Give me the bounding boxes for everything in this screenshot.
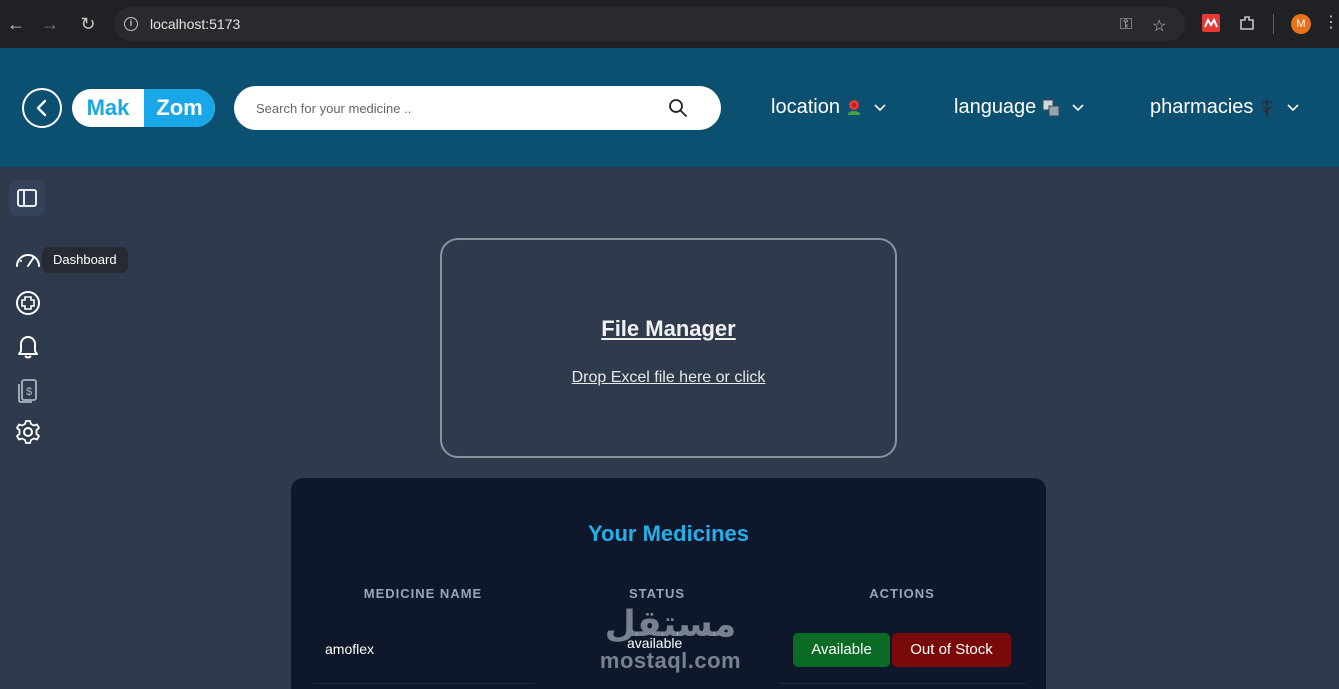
chevron-left-icon bbox=[36, 99, 47, 117]
mark-out-of-stock-button[interactable]: Out of Stock bbox=[892, 633, 1011, 667]
toolbar-divider bbox=[1273, 14, 1274, 34]
sidebar-toggle-button[interactable] bbox=[9, 180, 45, 216]
back-button[interactable] bbox=[22, 88, 62, 128]
gear-icon[interactable] bbox=[14, 418, 42, 446]
profile-avatar[interactable]: M bbox=[1291, 14, 1311, 34]
app-header: Mak Zom location language pharmacies bbox=[0, 48, 1339, 167]
back-arrow-icon[interactable]: ← bbox=[4, 12, 28, 36]
location-menu[interactable]: location bbox=[771, 96, 886, 119]
sidebar-tooltip: Dashboard bbox=[42, 247, 128, 273]
extension-red-icon[interactable] bbox=[1202, 14, 1220, 32]
chevron-down-icon bbox=[1287, 103, 1299, 111]
search-icon[interactable] bbox=[668, 98, 688, 118]
address-bar[interactable]: i localhost:5173 ⚿ ☆ bbox=[114, 7, 1185, 41]
sidebar-panel-icon bbox=[17, 189, 37, 207]
location-label: location bbox=[771, 96, 840, 118]
svg-text:$: $ bbox=[26, 386, 32, 398]
row-divider bbox=[779, 683, 1026, 684]
translate-icon bbox=[1042, 99, 1060, 116]
row-divider bbox=[313, 683, 535, 684]
star-icon[interactable]: ☆ bbox=[1152, 16, 1166, 36]
search-input[interactable] bbox=[256, 97, 656, 119]
medicines-card: Your Medicines MEDICINE NAME STATUS ACTI… bbox=[291, 478, 1046, 689]
chevron-down-icon bbox=[1072, 103, 1084, 111]
column-header-actions: ACTIONS bbox=[869, 586, 935, 601]
language-menu[interactable]: language bbox=[954, 96, 1084, 119]
url-text: localhost:5173 bbox=[150, 16, 241, 32]
dashboard-icon[interactable] bbox=[14, 246, 42, 274]
logo-left-text: Mak bbox=[86, 95, 130, 120]
key-icon[interactable]: ⚿ bbox=[1120, 16, 1132, 34]
logo-right-text: Zom bbox=[144, 89, 215, 127]
file-drop-hint[interactable]: Drop Excel file here or click bbox=[442, 369, 895, 387]
info-icon[interactable]: i bbox=[124, 17, 138, 31]
bell-icon[interactable] bbox=[14, 332, 42, 360]
file-dropzone[interactable]: File Manager Drop Excel file here or cli… bbox=[440, 238, 897, 458]
menu-dots-icon[interactable]: ⋮ bbox=[1323, 12, 1339, 32]
extensions-puzzle-icon[interactable] bbox=[1238, 14, 1256, 32]
medicine-name: amoflex bbox=[325, 641, 375, 657]
logo[interactable]: Mak Zom bbox=[72, 89, 215, 127]
forward-arrow-icon[interactable]: → bbox=[38, 12, 62, 36]
mark-available-button[interactable]: Available bbox=[793, 633, 890, 667]
add-icon[interactable] bbox=[14, 289, 42, 317]
medicine-status: available bbox=[627, 635, 683, 651]
chevron-down-icon bbox=[874, 103, 886, 111]
reload-icon[interactable]: ↻ bbox=[76, 12, 100, 36]
caduceus-icon bbox=[1261, 99, 1273, 117]
billing-icon[interactable]: $ bbox=[14, 376, 42, 404]
pharmacies-menu[interactable]: pharmacies bbox=[1150, 96, 1299, 119]
browser-chrome: ← → ↻ i localhost:5173 ⚿ ☆ M ⋮ bbox=[0, 0, 1339, 48]
search-bar bbox=[234, 86, 721, 130]
language-label: language bbox=[954, 96, 1037, 118]
column-header-name: MEDICINE NAME bbox=[363, 586, 483, 601]
pharmacies-label: pharmacies bbox=[1150, 96, 1254, 118]
medicines-title: Your Medicines bbox=[588, 521, 749, 546]
file-manager-title: File Manager bbox=[601, 316, 736, 341]
column-header-status: STATUS bbox=[628, 586, 686, 601]
location-pin-icon bbox=[847, 99, 860, 115]
